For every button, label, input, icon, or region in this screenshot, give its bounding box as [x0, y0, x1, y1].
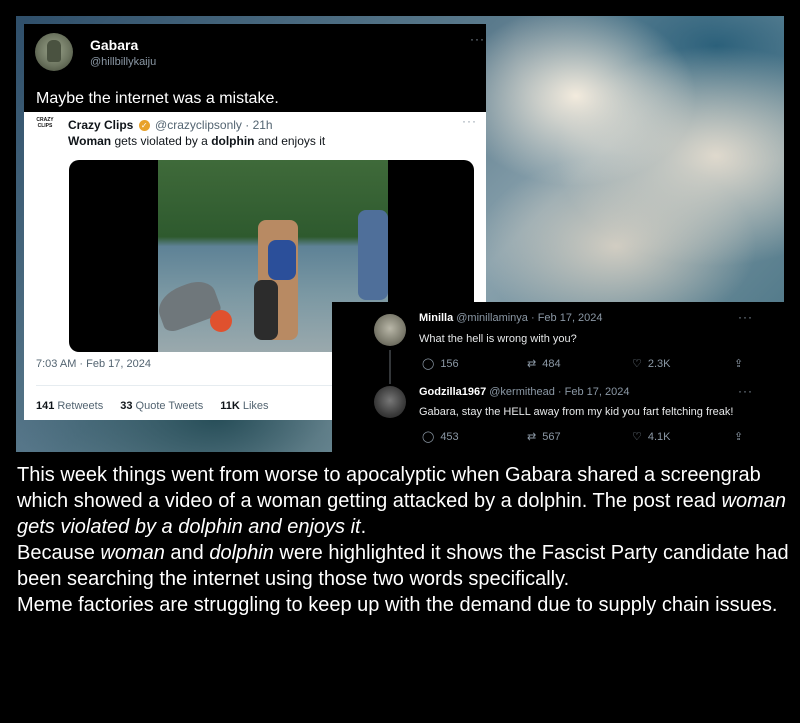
avatar[interactable] — [35, 33, 73, 71]
avatar[interactable] — [374, 314, 406, 346]
thread-line — [389, 350, 391, 384]
author-handle[interactable]: @hillbillykaiju — [90, 56, 156, 68]
quote-tweets-stat[interactable]: 33 Quote Tweets — [120, 400, 203, 412]
heart-icon: ♡ — [632, 431, 642, 443]
tweet-text: Maybe the internet was a mistake. — [36, 90, 279, 107]
more-dots-icon[interactable]: ··· — [462, 114, 477, 128]
retweet-icon: ⇄ — [527, 431, 537, 443]
tweet-stats: 141 Retweets 33 Quote Tweets 11K Likes — [36, 400, 283, 412]
like-button[interactable]: ♡ 2.3K — [632, 357, 671, 370]
heart-icon: ♡ — [632, 358, 642, 370]
quoted-author-line[interactable]: Crazy Clips ✓ @crazyclipsonly · 21h — [68, 118, 273, 132]
reply-icon: ◯ — [422, 358, 435, 370]
reply-button[interactable]: ◯ 156 — [422, 357, 459, 370]
reply-text: What the hell is wrong with you? — [419, 333, 577, 345]
caption-paragraph: Because woman and dolphin were highlight… — [17, 542, 789, 590]
retweet-button[interactable]: ⇄ 567 — [527, 430, 561, 443]
reply-header[interactable]: Godzilla1967 @kermithead · Feb 17, 2024 — [419, 386, 629, 398]
reply-header[interactable]: Minilla @minillaminya · Feb 17, 2024 — [419, 312, 603, 324]
tweet-timestamp[interactable]: 7:03 AM · Feb 17, 2024 — [36, 358, 151, 370]
retweets-stat[interactable]: 141 Retweets — [36, 400, 103, 412]
quoted-author-handle[interactable]: @crazyclipsonly · 21h — [155, 118, 273, 132]
more-dots-icon[interactable]: ··· — [738, 310, 753, 324]
more-dots-icon[interactable]: ··· — [470, 32, 485, 46]
caption-text: This week things went from worse to apoc… — [17, 462, 792, 618]
more-dots-icon[interactable]: ··· — [738, 384, 753, 398]
share-button[interactable]: ⇪ — [734, 430, 743, 443]
reply-text: Gabara, stay the HELL away from my kid y… — [419, 406, 734, 418]
caption-paragraph: Meme factories are struggling to keep up… — [17, 594, 778, 616]
verified-badge-icon: ✓ — [138, 120, 150, 132]
reply-button[interactable]: ◯ 453 — [422, 430, 459, 443]
retweet-button[interactable]: ⇄ 484 — [527, 357, 561, 370]
quoted-tweet-text: Woman gets violated by a dolphin and enj… — [68, 134, 326, 148]
reply-icon: ◯ — [422, 431, 435, 443]
share-icon: ⇪ — [734, 431, 744, 443]
like-button[interactable]: ♡ 4.1K — [632, 430, 671, 443]
author-name[interactable]: Gabara — [90, 37, 138, 53]
share-button[interactable]: ⇪ — [734, 357, 743, 370]
quoted-author-name[interactable]: Crazy Clips — [68, 118, 133, 132]
replies-panel: Minilla @minillaminya · Feb 17, 2024 ··· … — [332, 302, 784, 452]
likes-stat[interactable]: 11K Likes — [220, 400, 268, 412]
screenshot-collage: Gabara @hillbillykaiju ··· Maybe the int… — [16, 16, 784, 452]
share-icon: ⇪ — [734, 358, 744, 370]
retweet-icon: ⇄ — [527, 358, 537, 370]
crazy-clips-logo: CRAZY CLIPS — [36, 117, 54, 129]
avatar[interactable] — [374, 386, 406, 418]
caption-paragraph: This week things went from worse to apoc… — [17, 464, 787, 538]
